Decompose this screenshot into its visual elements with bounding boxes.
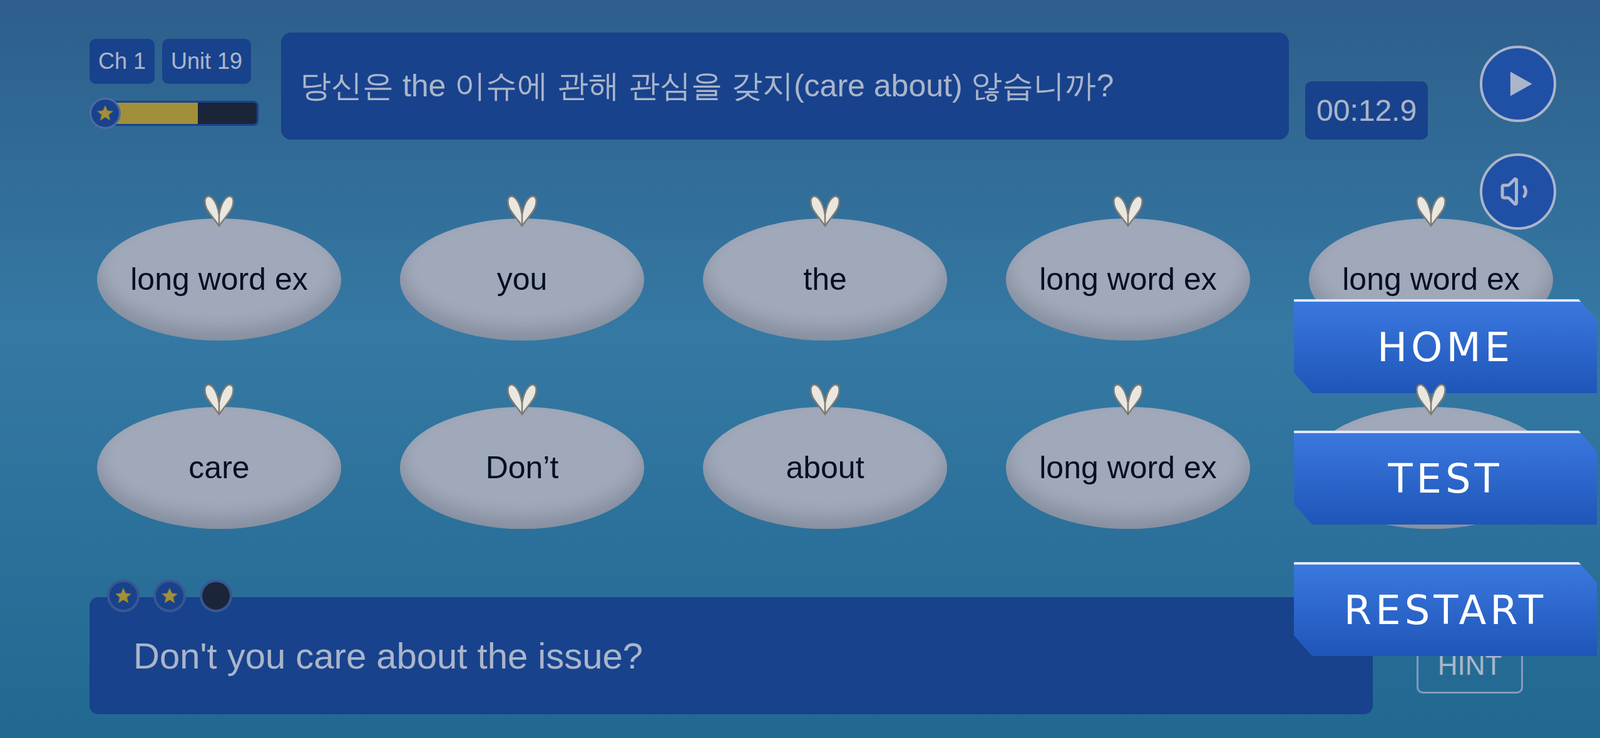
game-screen: Ch 1Unit 19당신은 the 이슈에 관해 관심을 갖지(care ab… — [0, 0, 1600, 738]
menu-button[interactable]: TEST — [1293, 430, 1597, 525]
bag-knot-icon — [1102, 189, 1154, 228]
menu-button[interactable]: HOME — [1293, 299, 1597, 394]
bag-knot-icon — [800, 189, 851, 228]
bag-knot-icon — [1405, 378, 1457, 416]
bag-knot-icon — [194, 378, 245, 416]
bag-knot-icon — [1405, 189, 1457, 228]
pause-menu: HOME TEST RESTART — [1293, 299, 1597, 657]
menu-button[interactable]: RESTART — [1293, 562, 1597, 657]
bag-knot-icon — [1102, 378, 1154, 416]
bag-knot-icon — [497, 189, 548, 228]
bag-knot-icon — [194, 189, 245, 228]
bag-knot-icon — [800, 378, 851, 416]
bag-knot-icon — [497, 378, 548, 416]
